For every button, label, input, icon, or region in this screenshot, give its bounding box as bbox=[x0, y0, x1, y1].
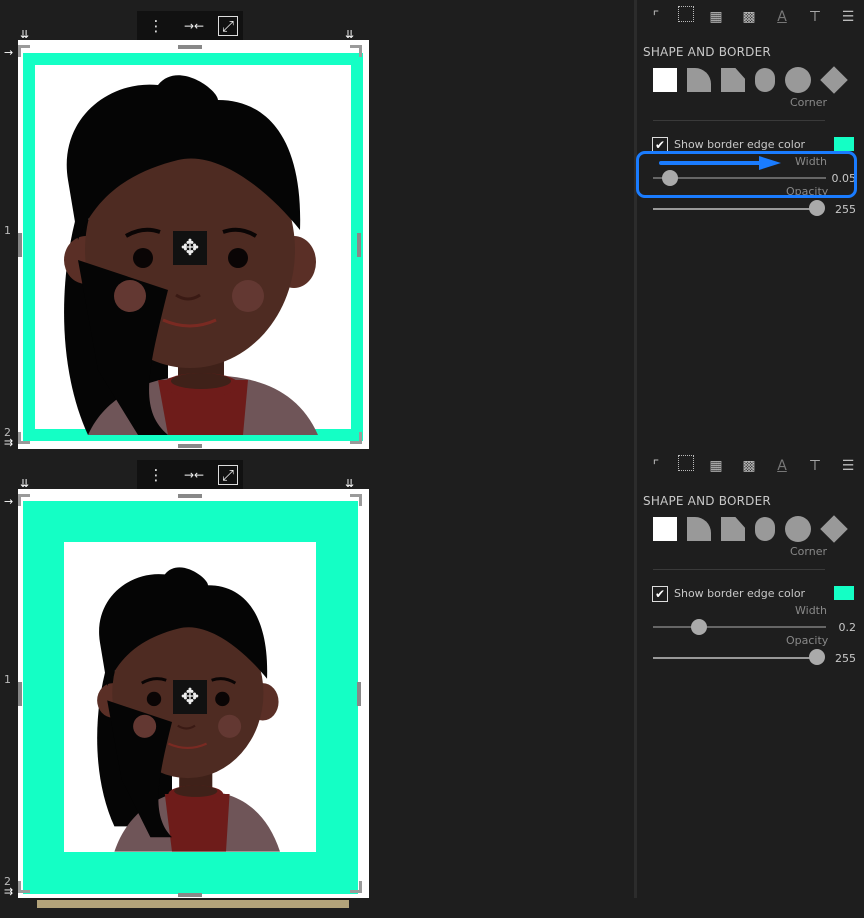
margin-arrow-icon: → bbox=[4, 46, 14, 59]
vertical-ruler: 1 2 bbox=[0, 449, 18, 898]
corner-handle[interactable] bbox=[18, 494, 30, 506]
show-border-label: Show border edge color bbox=[674, 138, 806, 151]
corner-handle[interactable] bbox=[18, 881, 30, 893]
width-slider-knob[interactable] bbox=[691, 619, 707, 635]
corner-handle[interactable] bbox=[18, 432, 30, 444]
panel-tabbar: ⌜ ▦ ▩ A ⊤ ☰ bbox=[645, 6, 859, 28]
opacity-slider-track[interactable] bbox=[653, 657, 818, 659]
resize-handle-left[interactable] bbox=[18, 233, 22, 257]
corner-handle[interactable] bbox=[350, 45, 362, 57]
shape-diamond-option[interactable] bbox=[820, 515, 848, 543]
corner-handle[interactable] bbox=[350, 881, 362, 893]
text-icon[interactable]: A bbox=[771, 6, 793, 28]
shape-square-option[interactable] bbox=[653, 517, 677, 541]
shape-round-corner-option[interactable] bbox=[687, 517, 711, 541]
margin-arrow-icon: → bbox=[4, 495, 14, 508]
properties-panel: ⌜ ▦ ▩ A ⊤ ☰ SHAPE AND BORDER Corner ✔ Sh… bbox=[637, 449, 864, 898]
opacity-slider-track[interactable] bbox=[653, 208, 818, 210]
shape-bevel-option[interactable] bbox=[721, 68, 745, 92]
shape-square-option[interactable] bbox=[653, 68, 677, 92]
opacity-value: 255 bbox=[835, 652, 856, 665]
fit-icon[interactable]: →← bbox=[180, 463, 208, 487]
panel-tabbar: ⌜ ▦ ▩ A ⊤ ☰ bbox=[645, 455, 859, 477]
border-color-swatch[interactable] bbox=[834, 137, 854, 151]
corner-handle[interactable] bbox=[350, 432, 362, 444]
move-handle-icon[interactable]: ✥ bbox=[173, 231, 207, 265]
border-color-swatch[interactable] bbox=[834, 586, 854, 600]
width-value: 0.2 bbox=[838, 621, 857, 634]
corner-handle[interactable] bbox=[18, 45, 30, 57]
properties-panel: ⌜ ▦ ▩ A ⊤ ☰ SHAPE AND BORDER Corner ✔ Sh… bbox=[637, 0, 864, 449]
width-label: Width bbox=[795, 604, 827, 617]
separator bbox=[653, 569, 825, 570]
margin-arrow-icon: ⇊ bbox=[345, 28, 355, 41]
corner-handle[interactable] bbox=[350, 494, 362, 506]
resize-handle-bottom[interactable] bbox=[178, 893, 202, 897]
margin-arrow-icon: ⇉ bbox=[4, 885, 14, 898]
filmstrip-icon[interactable]: ▦ bbox=[705, 455, 727, 477]
corner-label: Corner bbox=[790, 545, 828, 558]
editor-pane-top: 1 2 ⇊ ⇊ → ⇉ ⋮ →← ⤢ ✥ ⌜ ▦ ▩ A ⊤ ☰ SHAPE A… bbox=[0, 0, 864, 449]
more-menu-icon[interactable]: ⋮ bbox=[142, 463, 170, 487]
resize-handle-left[interactable] bbox=[18, 682, 22, 706]
resize-handle-right[interactable] bbox=[357, 682, 361, 706]
ruler-label: 1 bbox=[4, 673, 11, 686]
fill-frame-icon[interactable]: ⤢ bbox=[218, 16, 238, 36]
margin-arrow-icon: ⇊ bbox=[20, 28, 30, 41]
vertical-ruler: 1 2 bbox=[0, 0, 18, 449]
opacity-slider-knob[interactable] bbox=[809, 649, 825, 665]
select-icon[interactable] bbox=[678, 6, 694, 22]
paint-roller-icon[interactable]: ⊤ bbox=[804, 6, 826, 28]
sliders-icon[interactable]: ☰ bbox=[837, 6, 859, 28]
section-title: SHAPE AND BORDER bbox=[643, 494, 771, 508]
shape-options bbox=[653, 66, 848, 94]
margin-arrow-icon: ⇊ bbox=[345, 477, 355, 490]
image-toolbar: ⋮ →← ⤢ bbox=[137, 11, 243, 41]
corner-label: Corner bbox=[790, 96, 828, 109]
paint-roller-icon[interactable]: ⊤ bbox=[804, 455, 826, 477]
ruler-label: 1 bbox=[4, 224, 11, 237]
resize-handle-right[interactable] bbox=[357, 233, 361, 257]
shape-circle-option[interactable] bbox=[785, 516, 811, 542]
shape-bevel-option[interactable] bbox=[721, 517, 745, 541]
shape-pill-option[interactable] bbox=[755, 517, 775, 541]
shape-round-corner-option[interactable] bbox=[687, 68, 711, 92]
separator bbox=[653, 120, 825, 121]
move-handle-icon[interactable]: ✥ bbox=[173, 680, 207, 714]
texture-icon[interactable]: ▩ bbox=[738, 6, 760, 28]
opacity-value: 255 bbox=[835, 203, 856, 216]
opacity-label: Opacity bbox=[786, 634, 829, 647]
editor-pane-bottom: 1 2 ⇊ ⇊ → ⇉ ⋮ →← ⤢ ✥ ⌜ ▦ ▩ A ⊤ ☰ SHAPE A… bbox=[0, 449, 864, 908]
select-icon[interactable] bbox=[678, 455, 694, 471]
sliders-icon[interactable]: ☰ bbox=[837, 455, 859, 477]
width-slider-track[interactable] bbox=[653, 626, 826, 628]
show-border-checkbox[interactable]: ✔ bbox=[652, 586, 668, 602]
image-toolbar: ⋮ →← ⤢ bbox=[137, 460, 243, 490]
shape-pill-option[interactable] bbox=[755, 68, 775, 92]
next-page-preview bbox=[37, 900, 349, 908]
resize-handle-top[interactable] bbox=[178, 494, 202, 498]
shape-diamond-option[interactable] bbox=[820, 66, 848, 94]
section-title: SHAPE AND BORDER bbox=[643, 45, 771, 59]
annotation-arrow-icon bbox=[659, 156, 781, 170]
margin-arrow-icon: ⇊ bbox=[20, 477, 30, 490]
resize-handle-bottom[interactable] bbox=[178, 444, 202, 448]
margin-arrow-icon: ⇉ bbox=[4, 436, 14, 449]
filmstrip-icon[interactable]: ▦ bbox=[705, 6, 727, 28]
resize-handle-top[interactable] bbox=[178, 45, 202, 49]
fit-icon[interactable]: →← bbox=[180, 14, 208, 38]
crop-icon[interactable]: ⌜ bbox=[645, 455, 667, 477]
shape-circle-option[interactable] bbox=[785, 67, 811, 93]
show-border-label: Show border edge color bbox=[674, 587, 806, 600]
opacity-slider-knob[interactable] bbox=[809, 200, 825, 216]
texture-icon[interactable]: ▩ bbox=[738, 455, 760, 477]
shape-options bbox=[653, 515, 848, 543]
text-icon[interactable]: A bbox=[771, 455, 793, 477]
more-menu-icon[interactable]: ⋮ bbox=[142, 14, 170, 38]
fill-frame-icon[interactable]: ⤢ bbox=[218, 465, 238, 485]
crop-icon[interactable]: ⌜ bbox=[645, 6, 667, 28]
